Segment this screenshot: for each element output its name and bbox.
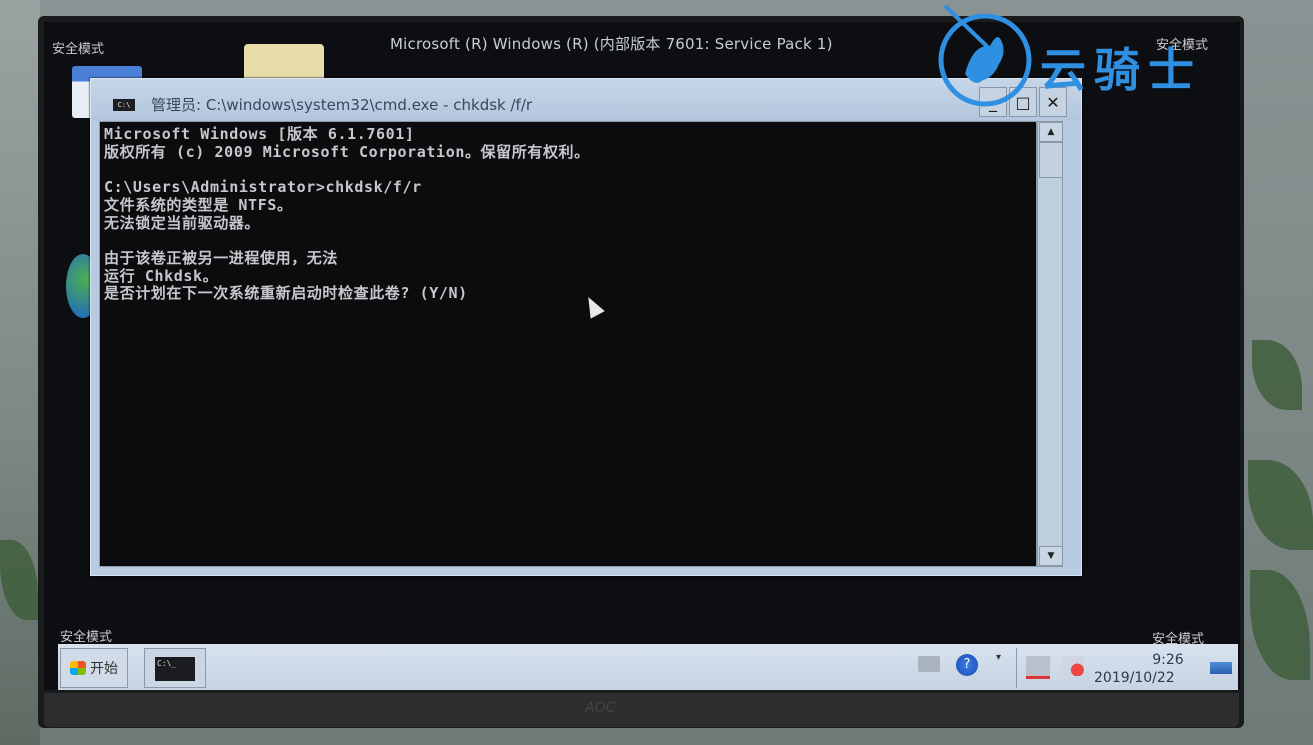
monitor-brand-logo: AOC bbox=[585, 700, 616, 716]
scroll-thumb[interactable] bbox=[1039, 142, 1063, 178]
cmd-titlebar[interactable]: C:\ 管理员: C:\windows\system32\cmd.exe - c… bbox=[91, 79, 1081, 121]
plant-leaf bbox=[1248, 460, 1313, 550]
language-bar-options-icon[interactable]: ▾ bbox=[996, 652, 1008, 672]
cmd-taskbar-icon: C:\_ bbox=[155, 657, 195, 681]
plant-leaf bbox=[1250, 570, 1310, 680]
plant-leaf bbox=[1252, 340, 1302, 410]
show-desktop-button[interactable] bbox=[1210, 662, 1232, 674]
os-version-banner: Microsoft (R) Windows (R) (内部版本 7601: Se… bbox=[390, 35, 833, 53]
console-line: C:\Users\Administrator>chkdsk/f/r bbox=[104, 178, 422, 196]
scroll-down-button[interactable]: ▼ bbox=[1039, 546, 1063, 566]
windows-logo-icon bbox=[70, 661, 86, 675]
console-output[interactable]: Microsoft Windows [版本 6.1.7601] 版权所有 (c)… bbox=[99, 121, 1037, 567]
desktop-screen: 安全模式 安全模式 安全模式 安全模式 Microsoft (R) Window… bbox=[44, 22, 1240, 690]
cmd-window-title: 管理员: C:\windows\system32\cmd.exe - chkds… bbox=[151, 96, 533, 114]
knight-logo-icon bbox=[938, 4, 1032, 107]
taskbar: 开始 C:\_ ? ▾ 9:26 2019/10/22 bbox=[58, 644, 1238, 690]
cmd-window: C:\ 管理员: C:\windows\system32\cmd.exe - c… bbox=[90, 78, 1082, 576]
cmd-app-icon: C:\ bbox=[113, 99, 135, 111]
monitor-chin bbox=[44, 693, 1239, 727]
scroll-up-button[interactable]: ▲ bbox=[1039, 122, 1063, 142]
console-line: 是否计划在下一次系统重新启动时检查此卷? (Y/N) bbox=[104, 284, 468, 302]
console-line: 运行 Chkdsk。 bbox=[104, 267, 219, 285]
console-line: 无法锁定当前驱动器。 bbox=[104, 214, 261, 232]
watermark-text: 云骑士 bbox=[1040, 43, 1202, 97]
clock-time[interactable]: 9:26 bbox=[1128, 652, 1208, 668]
clock-date[interactable]: 2019/10/22 bbox=[1094, 670, 1175, 686]
keyboard-icon[interactable] bbox=[918, 656, 940, 672]
start-button[interactable]: 开始 bbox=[60, 648, 128, 688]
desktop-icon-folder[interactable] bbox=[244, 44, 324, 82]
safe-mode-label-bottom-left: 安全模式 bbox=[60, 630, 113, 645]
room-background-left bbox=[0, 0, 40, 745]
console-line: Microsoft Windows [版本 6.1.7601] bbox=[104, 125, 415, 143]
safe-mode-label-top-left: 安全模式 bbox=[52, 42, 105, 57]
volume-muted-icon[interactable] bbox=[1062, 656, 1084, 676]
console-line: 版权所有 (c) 2009 Microsoft Corporation。保留所有… bbox=[104, 143, 590, 161]
console-line: 文件系统的类型是 NTFS。 bbox=[104, 196, 293, 214]
network-disconnected-icon[interactable] bbox=[1026, 656, 1050, 679]
console-scrollbar[interactable]: ▲ ▼ bbox=[1037, 121, 1063, 567]
taskbar-item-cmd[interactable]: C:\_ bbox=[144, 648, 206, 688]
help-icon[interactable]: ? bbox=[956, 654, 978, 676]
console-line: 由于该卷正被另一进程使用，无法 bbox=[104, 249, 339, 267]
start-label: 开始 bbox=[90, 661, 118, 677]
